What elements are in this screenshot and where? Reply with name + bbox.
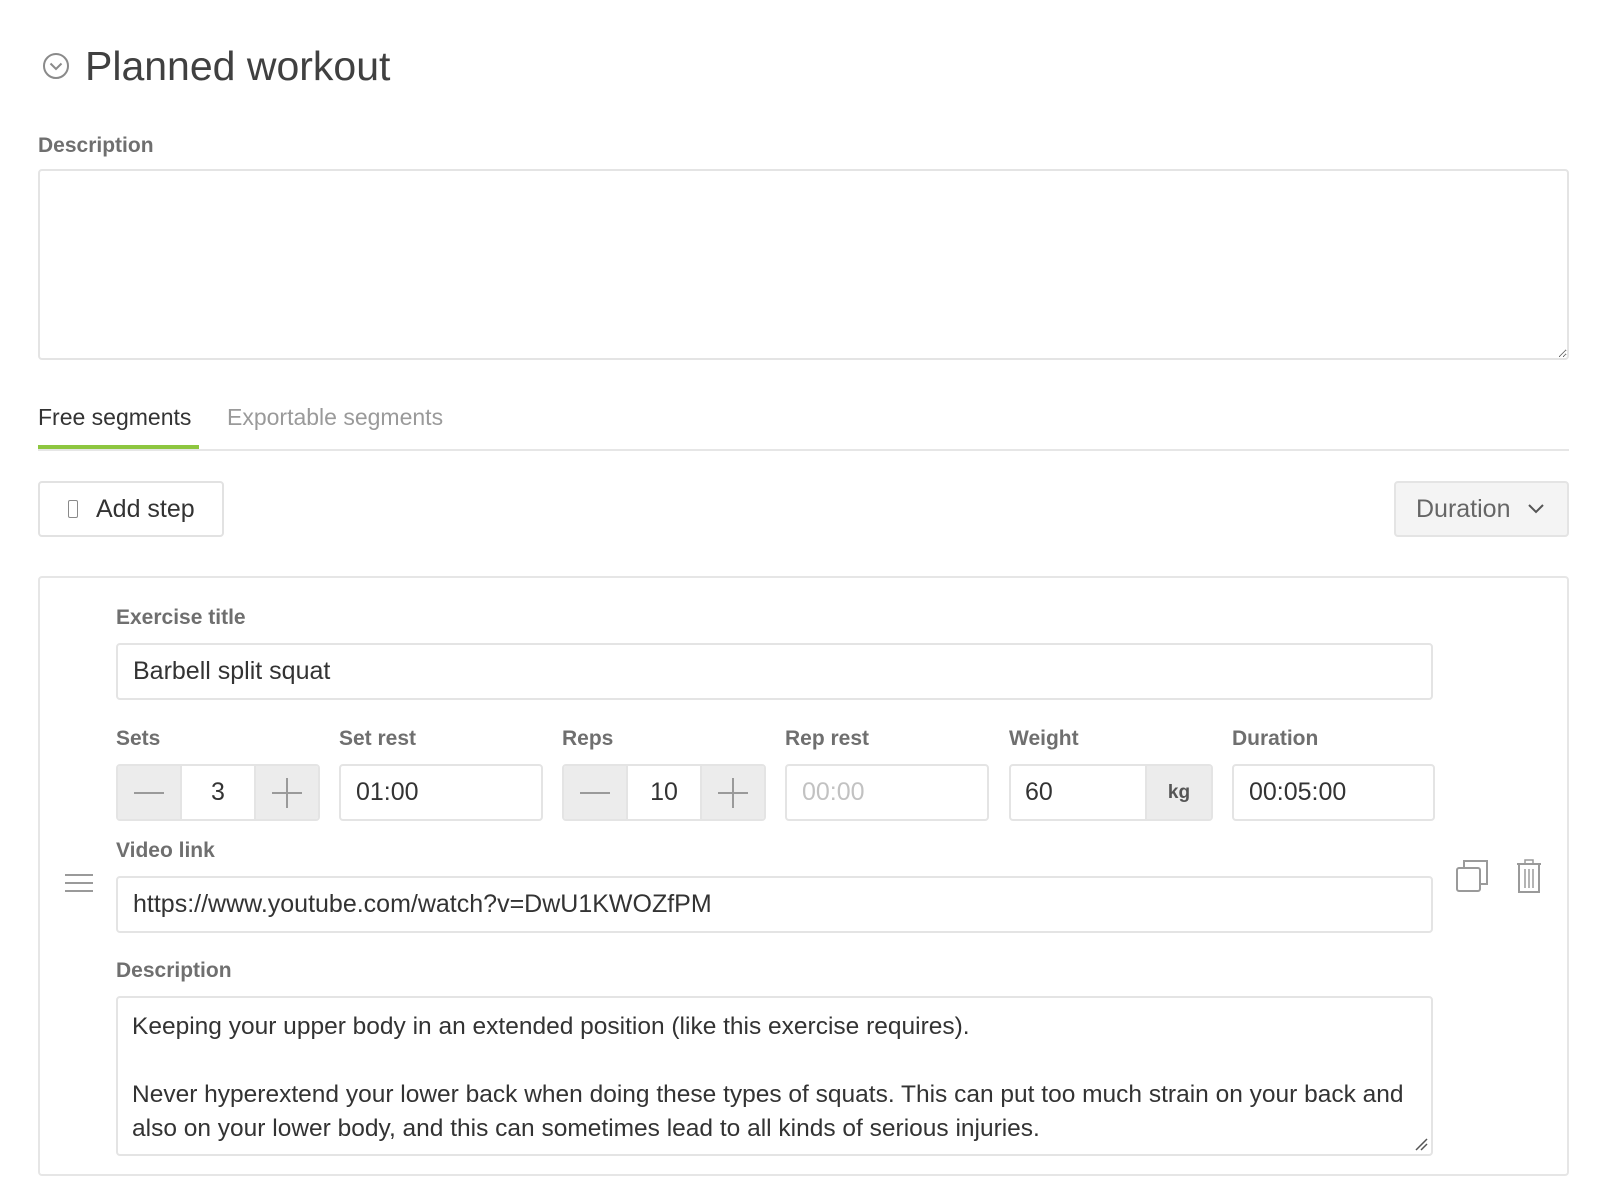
tab-free-segments[interactable]: Free segments	[38, 402, 191, 432]
sets-value[interactable]: 3	[180, 766, 256, 819]
minus-icon	[580, 791, 610, 794]
exercise-title-label: Exercise title	[116, 606, 246, 629]
reps-increment-button[interactable]	[702, 766, 764, 819]
weight-input[interactable]: 60	[1011, 766, 1145, 819]
sets-label: Sets	[116, 727, 161, 750]
exercise-description-textarea[interactable]: Keeping your upper body in an extended p…	[116, 996, 1433, 1156]
set-rest-label: Set rest	[339, 727, 417, 750]
plus-icon	[68, 500, 78, 518]
weight-unit: kg	[1145, 766, 1211, 819]
set-rest-input[interactable]: 01:00	[339, 764, 543, 821]
reps-value[interactable]: 10	[626, 766, 702, 819]
drag-handle-icon[interactable]	[64, 872, 94, 899]
plus-icon	[718, 777, 748, 808]
tabs-divider	[38, 449, 1569, 451]
duration-mode-dropdown[interactable]: Duration	[1394, 481, 1569, 537]
sets-decrement-button[interactable]	[118, 766, 180, 819]
reps-decrement-button[interactable]	[564, 766, 626, 819]
minus-icon	[134, 791, 164, 794]
tab-exportable-segments[interactable]: Exportable segments	[227, 402, 443, 432]
page-title: Planned workout	[85, 43, 391, 89]
rep-rest-label: Rep rest	[785, 727, 870, 750]
collapse-chevron-icon[interactable]	[42, 52, 70, 80]
exercise-title-input[interactable]: Barbell split squat	[116, 643, 1433, 700]
duration-mode-label: Duration	[1416, 494, 1511, 523]
exercise-description-label: Description	[116, 959, 232, 982]
sets-increment-button[interactable]	[256, 766, 318, 819]
rep-rest-input[interactable]: 00:00	[785, 764, 989, 821]
chevron-down-icon	[1527, 504, 1544, 514]
reps-label: Reps	[562, 727, 614, 750]
add-step-label: Add step	[96, 494, 195, 523]
weight-label: Weight	[1009, 727, 1079, 750]
video-link-input[interactable]: https://www.youtube.com/watch?v=DwU1KWOZ…	[116, 876, 1433, 933]
description-paragraph: Keeping your upper body in an extended p…	[132, 1013, 970, 1040]
video-link-label: Video link	[116, 839, 215, 862]
reps-stepper: 10	[562, 764, 766, 821]
plus-icon	[272, 777, 302, 808]
description-paragraph: Never hyperextend your lower back when d…	[132, 1081, 1404, 1142]
duration-label: Duration	[1232, 727, 1319, 750]
copy-icon[interactable]	[1456, 860, 1488, 897]
trash-icon[interactable]	[1516, 859, 1542, 898]
description-label: Description	[38, 134, 154, 157]
duration-input[interactable]: 00:05:00	[1232, 764, 1435, 821]
active-tab-indicator	[38, 445, 199, 449]
weight-field: 60 kg	[1009, 764, 1213, 821]
description-textarea[interactable]	[38, 169, 1569, 360]
add-step-button[interactable]: Add step	[38, 481, 224, 537]
resize-grip-icon[interactable]	[1414, 1137, 1428, 1151]
sets-stepper: 3	[116, 764, 320, 821]
